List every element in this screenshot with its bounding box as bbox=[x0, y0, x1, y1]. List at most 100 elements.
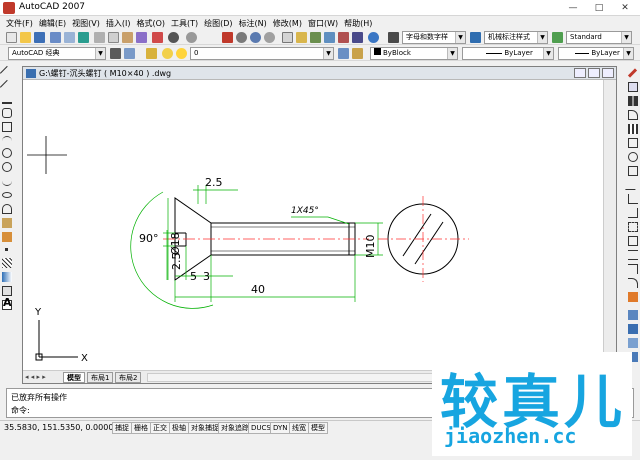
join-icon[interactable] bbox=[628, 250, 638, 260]
text-style-select[interactable]: 字母和数字样 ▼ bbox=[402, 31, 466, 44]
grid-toggle[interactable]: 栅格 bbox=[131, 422, 151, 434]
zoom-previous-icon[interactable] bbox=[264, 32, 275, 43]
offset-icon[interactable] bbox=[628, 110, 638, 120]
my-workspace-icon[interactable] bbox=[124, 48, 135, 59]
polar-toggle[interactable]: 极轴 bbox=[169, 422, 189, 434]
menu-format[interactable]: 格式(O) bbox=[133, 18, 168, 29]
layer-previous-icon[interactable] bbox=[352, 48, 363, 59]
send-to-back-icon[interactable] bbox=[628, 338, 638, 348]
make-current-layer-icon[interactable] bbox=[338, 48, 349, 59]
layer-on-icon[interactable] bbox=[162, 48, 173, 59]
publish-icon[interactable] bbox=[78, 32, 89, 43]
zoom-realtime-icon[interactable] bbox=[236, 32, 247, 43]
lineweight-toggle[interactable]: 线宽 bbox=[289, 422, 309, 434]
linetype-select[interactable]: ByLayer ▼ bbox=[462, 47, 554, 60]
polygon-icon[interactable] bbox=[2, 108, 12, 118]
make-block-icon[interactable] bbox=[2, 232, 12, 242]
break-icon[interactable] bbox=[628, 236, 638, 246]
tool-palettes-icon[interactable] bbox=[310, 32, 321, 43]
model-toggle[interactable]: 模型 bbox=[308, 422, 328, 434]
menu-modify[interactable]: 修改(M) bbox=[270, 18, 305, 29]
fillet-icon[interactable] bbox=[628, 278, 638, 288]
gradient-icon[interactable] bbox=[2, 272, 12, 282]
move-icon[interactable] bbox=[628, 138, 638, 148]
menu-file[interactable]: 文件(F) bbox=[3, 18, 36, 29]
paste-icon[interactable] bbox=[122, 32, 133, 43]
table-style-select[interactable]: Standard ▼ bbox=[566, 31, 632, 44]
new-file-icon[interactable] bbox=[6, 32, 17, 43]
maximize-button[interactable]: □ bbox=[588, 0, 610, 16]
sheet-set-icon[interactable] bbox=[324, 32, 335, 43]
doc-restore-button[interactable] bbox=[588, 68, 600, 78]
tab-model[interactable]: 模型 bbox=[63, 372, 85, 383]
menu-draw[interactable]: 绘图(D) bbox=[201, 18, 235, 29]
break-at-point-icon[interactable] bbox=[628, 222, 638, 232]
arc-icon[interactable] bbox=[2, 136, 12, 146]
zoom-window-icon[interactable] bbox=[250, 32, 261, 43]
construction-line-icon[interactable] bbox=[0, 79, 15, 95]
line-icon[interactable] bbox=[0, 65, 15, 81]
snap-toggle[interactable]: 捕捉 bbox=[112, 422, 132, 434]
spline-icon[interactable] bbox=[2, 176, 12, 186]
revision-cloud-icon[interactable] bbox=[2, 162, 12, 172]
rotate-icon[interactable] bbox=[628, 152, 638, 162]
layer-select[interactable]: 0 ▼ bbox=[190, 47, 334, 60]
menu-window[interactable]: 窗口(W) bbox=[305, 18, 341, 29]
properties-icon[interactable] bbox=[282, 32, 293, 43]
menu-dimension[interactable]: 标注(N) bbox=[236, 18, 270, 29]
tab-layout1[interactable]: 布局1 bbox=[87, 372, 114, 383]
rectangle-icon[interactable] bbox=[2, 122, 12, 132]
menu-insert[interactable]: 插入(I) bbox=[103, 18, 134, 29]
close-button[interactable]: ✕ bbox=[614, 0, 636, 16]
point-icon[interactable] bbox=[5, 248, 8, 251]
layer-manager-icon[interactable] bbox=[146, 48, 157, 59]
undo-icon[interactable] bbox=[168, 32, 179, 43]
workspace-select[interactable]: AutoCAD 经典 ▼ bbox=[8, 47, 106, 60]
osnap-toggle[interactable]: 对象捕捉 bbox=[188, 422, 222, 434]
menu-edit[interactable]: 编辑(E) bbox=[36, 18, 69, 29]
match-properties-icon[interactable] bbox=[136, 32, 147, 43]
color-select[interactable]: ByBlock ▼ bbox=[370, 47, 458, 60]
help-icon[interactable] bbox=[368, 32, 379, 43]
ortho-toggle[interactable]: 正交 bbox=[150, 422, 170, 434]
cut-icon[interactable] bbox=[94, 32, 105, 43]
preview-icon[interactable] bbox=[64, 32, 75, 43]
pan-icon[interactable] bbox=[222, 32, 233, 43]
dyn-toggle[interactable]: DYN bbox=[270, 422, 291, 434]
workspace-settings-icon[interactable] bbox=[110, 48, 121, 59]
print-icon[interactable] bbox=[50, 32, 61, 43]
tab-layout2[interactable]: 布局2 bbox=[115, 372, 142, 383]
multiline-text-icon[interactable]: A bbox=[3, 296, 12, 309]
otrack-toggle[interactable]: 对象追踪 bbox=[218, 422, 252, 434]
open-file-icon[interactable] bbox=[20, 32, 31, 43]
markup-icon[interactable] bbox=[338, 32, 349, 43]
menu-tools[interactable]: 工具(T) bbox=[168, 18, 201, 29]
vertical-scrollbar[interactable] bbox=[603, 80, 616, 370]
circle-icon[interactable] bbox=[2, 148, 12, 158]
ellipse-icon[interactable] bbox=[2, 192, 12, 198]
save-icon[interactable] bbox=[34, 32, 45, 43]
region-icon[interactable] bbox=[2, 286, 12, 296]
lineweight-select[interactable]: ByLayer ▼ bbox=[558, 47, 634, 60]
array-icon[interactable] bbox=[628, 124, 638, 134]
polyline-icon[interactable] bbox=[2, 94, 12, 104]
draw-order-icon[interactable] bbox=[628, 310, 638, 320]
calculator-icon[interactable] bbox=[352, 32, 363, 43]
minimize-button[interactable]: — bbox=[562, 0, 584, 16]
tab-nav-arrows[interactable]: ◂ ◂ ▸ ▸ bbox=[25, 373, 46, 381]
explode-icon[interactable] bbox=[628, 292, 638, 302]
hatch-icon[interactable] bbox=[2, 258, 12, 268]
trim-icon[interactable] bbox=[628, 194, 638, 204]
drawing-canvas[interactable]: 2.5 1X45° 90° Ø18 2.5 5 3 40 M10 Y X bbox=[23, 80, 603, 370]
command-prompt[interactable]: 命令: bbox=[11, 405, 30, 416]
menu-help[interactable]: 帮助(H) bbox=[341, 18, 375, 29]
layer-thaw-icon[interactable] bbox=[176, 48, 187, 59]
stretch-icon[interactable] bbox=[625, 180, 640, 190]
mirror-icon[interactable] bbox=[628, 96, 638, 106]
doc-minimize-button[interactable] bbox=[574, 68, 586, 78]
menu-view[interactable]: 视图(V) bbox=[69, 18, 103, 29]
bring-to-front-icon[interactable] bbox=[628, 324, 638, 334]
copy-object-icon[interactable] bbox=[628, 82, 638, 92]
dim-style-select[interactable]: 机械标注样式 ▼ bbox=[484, 31, 548, 44]
chamfer-icon[interactable] bbox=[628, 264, 638, 274]
